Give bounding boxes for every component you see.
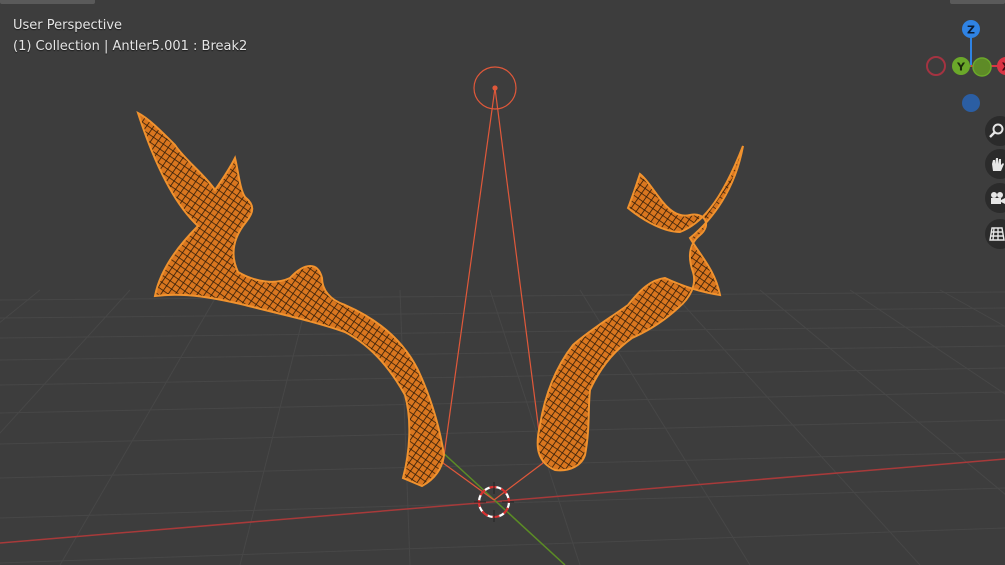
hand-pan-icon bbox=[992, 158, 1004, 171]
navigation-gizmo[interactable]: Z Y X bbox=[926, 20, 1005, 112]
floor-grid bbox=[0, 289, 1005, 565]
antler-left[interactable] bbox=[136, 111, 446, 488]
3d-viewport[interactable]: Z Y X bbox=[0, 0, 1005, 565]
grid-ortho-icon bbox=[989, 227, 1005, 241]
gizmo-z-label: Z bbox=[967, 24, 975, 37]
view-name-label: User Perspective bbox=[13, 18, 123, 33]
zoom-icon bbox=[989, 123, 1004, 138]
header-tab-strip[interactable] bbox=[0, 0, 95, 4]
gizmo-neg-x bbox=[926, 56, 946, 76]
gizmo-neg-y-ring bbox=[972, 57, 992, 77]
x-axis-line bbox=[0, 458, 1005, 544]
object-info-label: (1) Collection | Antler5.001 : Break2 bbox=[13, 39, 248, 54]
antler-right[interactable] bbox=[536, 145, 744, 472]
light-object[interactable] bbox=[442, 66, 544, 501]
header-corner[interactable] bbox=[950, 0, 1005, 4]
y-axis-line bbox=[439, 449, 566, 565]
camera-icon bbox=[991, 192, 1005, 204]
gizmo-neg-z bbox=[962, 94, 980, 112]
gizmo-y-label: Y bbox=[956, 61, 966, 74]
